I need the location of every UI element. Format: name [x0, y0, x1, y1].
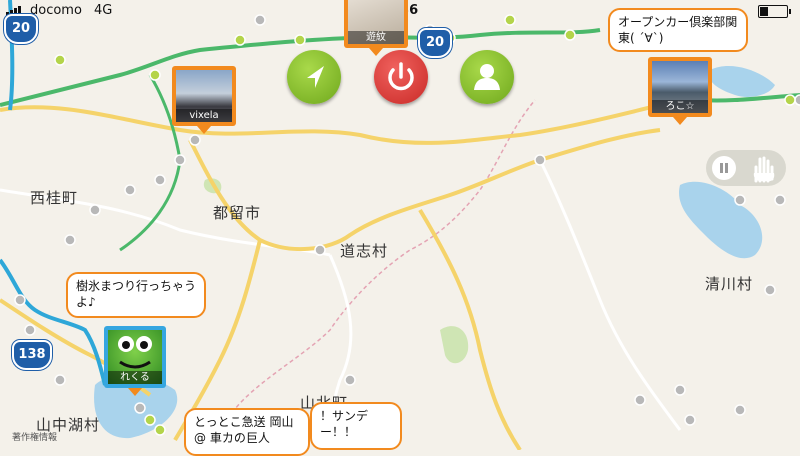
route-shield: 20 — [4, 14, 38, 44]
hand-icon[interactable] — [748, 153, 778, 183]
route-shield: 138 — [12, 340, 52, 370]
person-icon — [474, 64, 500, 90]
user-pin[interactable]: 遊紋 — [344, 0, 408, 56]
message-bubble[interactable]: とっとこ急送 岡山@ 車カの巨人 — [184, 408, 310, 456]
user-pin[interactable]: れくる — [104, 326, 166, 396]
copyright-link[interactable]: 著作権情報 — [12, 430, 57, 443]
place-label-doshi: 道志村 — [340, 242, 389, 260]
navigate-button[interactable] — [287, 50, 341, 104]
power-button[interactable] — [374, 50, 428, 104]
battery-icon — [758, 5, 791, 18]
pin-caption: ろこ☆ — [652, 100, 708, 113]
navigation-arrow-icon — [307, 66, 324, 88]
power-icon — [388, 62, 414, 91]
message-bubble[interactable]: オープンカー倶楽部関東( ´∀`) — [608, 8, 748, 52]
place-label-kiyokawa: 清川村 — [705, 275, 754, 293]
playback-control[interactable] — [706, 150, 786, 186]
pin-caption: vixela — [176, 109, 232, 122]
user-pin[interactable]: vixela — [172, 66, 236, 134]
network-type: 4G — [94, 3, 113, 18]
pin-caption: れくる — [108, 371, 162, 384]
pin-caption: 遊紋 — [348, 31, 404, 44]
pause-icon[interactable] — [712, 156, 736, 180]
message-bubble[interactable]: ！サンデー！！ — [310, 402, 402, 450]
place-label-nishikatsura: 西桂町 — [30, 189, 79, 207]
profile-button[interactable] — [460, 50, 514, 104]
user-pin[interactable]: ろこ☆ — [648, 57, 712, 125]
message-bubble[interactable]: 樹氷まつり行っちゃうよ♪ — [66, 272, 206, 318]
place-label-tsuru: 都留市 — [213, 204, 262, 222]
carrier-name: docomo — [30, 3, 82, 18]
